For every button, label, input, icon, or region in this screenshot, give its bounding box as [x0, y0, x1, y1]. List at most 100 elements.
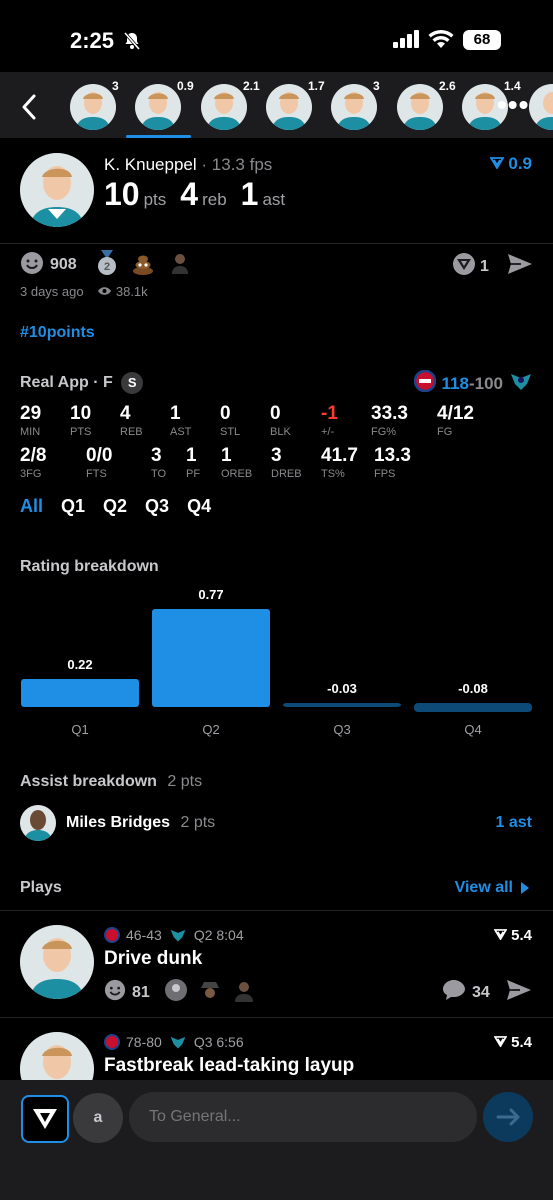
- box-stat-label: DREB: [271, 468, 302, 480]
- player-thumb[interactable]: [397, 84, 443, 130]
- tab-q3[interactable]: Q3: [145, 496, 169, 517]
- poop-emoji-icon[interactable]: [131, 251, 155, 280]
- box-stat-value: 3: [271, 445, 282, 466]
- play-actions: 34: [442, 979, 532, 1006]
- hashtag-link[interactable]: #10points: [20, 324, 95, 342]
- player-rating[interactable]: 0.9: [489, 154, 532, 174]
- tab-q1[interactable]: Q1: [61, 496, 85, 517]
- assist-row[interactable]: Miles Bridges 2 pts: [66, 814, 215, 832]
- points-value: 10: [104, 176, 140, 212]
- player-avatar[interactable]: [20, 153, 94, 227]
- player-thumb[interactable]: [529, 84, 553, 130]
- play-avatar[interactable]: [20, 925, 94, 999]
- box-stat-reb: 4 REB: [120, 403, 143, 438]
- bar-category-label: Q3: [333, 722, 350, 737]
- reaction-row: 908 2: [20, 249, 191, 281]
- box-stat-value: 10: [70, 403, 92, 424]
- user-avatar-button[interactable]: a: [73, 1093, 123, 1143]
- box-stat-value: 0: [270, 403, 281, 424]
- player-rating-value: 0.9: [508, 154, 532, 173]
- box-stat-: -1 +/-: [321, 403, 338, 438]
- game-score[interactable]: 118-100: [413, 369, 533, 397]
- player-thumb-value: 3: [112, 79, 119, 93]
- box-stat-value: 1: [170, 403, 181, 424]
- box-stat-pf: 1 PF: [186, 445, 200, 480]
- box-stat-blk: 0 BLK: [270, 403, 291, 438]
- box-stat-value: 33.3: [371, 403, 408, 424]
- bar-q4: [414, 703, 532, 712]
- play-meta: 46-43 Q2 8:04: [104, 927, 244, 943]
- sticker-icon[interactable]: [164, 978, 188, 1007]
- app-logo-button[interactable]: [21, 1095, 69, 1143]
- box-stat-3fg: 2/8 3FG: [20, 445, 46, 480]
- box-stat-ts: 41.7 TS%: [321, 445, 358, 480]
- player-thumb-value: 0.9: [177, 79, 194, 93]
- back-chevron-icon[interactable]: [18, 92, 40, 127]
- assist-player-avatar[interactable]: [20, 805, 56, 841]
- reaction-count: 908: [50, 256, 77, 273]
- box-stat-label: AST: [170, 426, 192, 438]
- send-icon[interactable]: [507, 253, 533, 280]
- player-statline: 10 pts 4 reb 1 ast: [104, 176, 299, 213]
- bar-q2: [152, 609, 270, 707]
- box-stat-value: -1: [321, 403, 338, 424]
- player-thumb-value: 3: [373, 79, 380, 93]
- view-all-text: View all: [454, 879, 513, 896]
- tab-q4[interactable]: Q4: [187, 496, 211, 517]
- medal-icon[interactable]: 2: [95, 249, 119, 281]
- message-input[interactable]: [129, 1092, 477, 1142]
- send-icon[interactable]: [506, 979, 532, 1006]
- tab-all[interactable]: All: [20, 496, 43, 517]
- box-stat-dreb: 3 DREB: [271, 445, 302, 480]
- assist-breakdown-title: Assist breakdown 2 pts: [20, 773, 202, 791]
- rating-logo-icon: [493, 929, 508, 941]
- box-stat-value: 29: [20, 403, 42, 424]
- bell-muted-icon: [122, 31, 142, 56]
- player-name-line: K. Knueppel · 13.3 fps: [104, 155, 272, 175]
- player-thumb[interactable]: [201, 84, 247, 130]
- divider: [0, 910, 553, 911]
- box-stat-label: MIN: [20, 426, 41, 438]
- quarter-tabs: All Q1 Q2 Q3 Q4: [20, 496, 211, 517]
- player-thumb[interactable]: [135, 84, 181, 130]
- player-thumb[interactable]: [70, 84, 116, 130]
- hat-sticker-icon[interactable]: [198, 978, 222, 1007]
- status-time: 2:25: [70, 28, 115, 53]
- player-strip: 3 0.9 2.1 1.7 3 2.6 1.4 •••: [0, 72, 553, 138]
- status-bar: 2:25 68: [0, 0, 553, 80]
- smiley-reaction-icon[interactable]: [20, 251, 44, 280]
- person-sticker-icon[interactable]: [232, 978, 256, 1007]
- player-thumb-value: 1.7: [308, 79, 325, 93]
- play-title[interactable]: Drive dunk: [104, 948, 202, 970]
- plays-title: Plays: [20, 879, 62, 896]
- comment-icon[interactable]: [442, 979, 466, 1006]
- box-stat-value: 1: [221, 445, 232, 466]
- bar-value-label: 0.77: [198, 587, 223, 602]
- player-thumb[interactable]: [331, 84, 377, 130]
- box-stat-oreb: 1 OREB: [221, 445, 252, 480]
- play-clock: Q2 8:04: [193, 927, 244, 943]
- tab-q2[interactable]: Q2: [103, 496, 127, 517]
- share-logo-icon[interactable]: [452, 252, 476, 281]
- play-clock: Q3 6:56: [193, 1034, 244, 1050]
- battery-indicator: 68: [463, 30, 501, 50]
- box-stat-value: 3: [151, 445, 162, 466]
- box-stat-value: 2/8: [20, 445, 47, 466]
- box-stat-value: 0: [220, 403, 231, 424]
- hornets-logo-icon: [170, 1036, 186, 1049]
- view-all-link[interactable]: View all: [455, 879, 529, 897]
- assist-player-pts: 2 pts: [180, 814, 216, 831]
- smiley-reaction-icon[interactable]: [104, 979, 126, 1006]
- box-stat-label: PF: [186, 468, 201, 480]
- play-title[interactable]: Fastbreak lead-taking layup: [104, 1055, 354, 1077]
- box-stat-fts: 0/0 FTS: [86, 445, 112, 480]
- player-thumb[interactable]: [266, 84, 312, 130]
- box-stat-label: BLK: [270, 426, 291, 438]
- person-sticker-icon[interactable]: [169, 252, 191, 279]
- player-thumb-value: 2.1: [243, 79, 260, 93]
- send-message-button[interactable]: [483, 1092, 533, 1142]
- play-reactions: 81: [104, 978, 256, 1007]
- bar-value-label: -0.03: [327, 681, 357, 696]
- assist-count: 1 ast: [495, 814, 532, 831]
- more-options-icon[interactable]: •••: [497, 91, 529, 119]
